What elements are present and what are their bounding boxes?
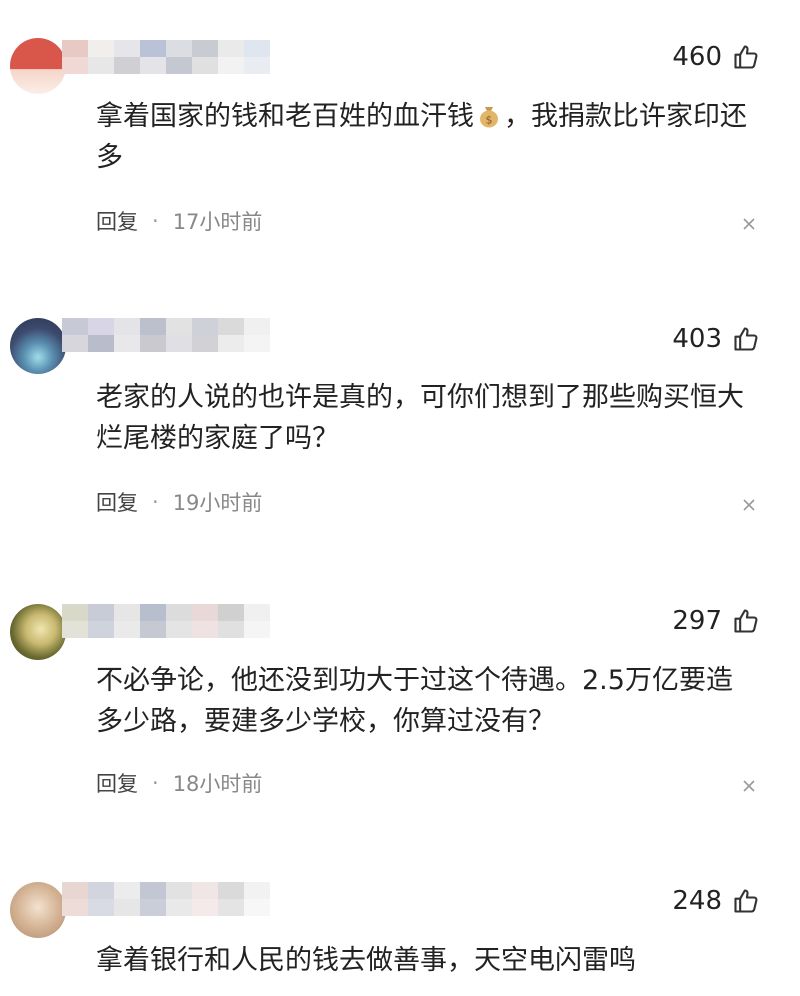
like-group[interactable]: 460 <box>672 42 760 72</box>
like-group[interactable]: 297 <box>672 606 760 636</box>
money-bag-icon: $ <box>478 99 500 128</box>
username-blurred[interactable] <box>62 318 272 352</box>
thumbs-up-icon[interactable] <box>732 607 760 635</box>
comment-text-part: 拿着银行和人民的钱去做善事，天空电闪雷鸣 <box>96 945 636 976</box>
like-count: 297 <box>672 606 722 636</box>
comment-text: 老家的人说的也许是真的，可你们想到了那些购买恒大烂尾楼的家庭了吗？ <box>96 377 756 459</box>
timestamp: 18小时前 <box>172 772 263 796</box>
comment-meta: 回复 · 18小时前 <box>96 768 262 798</box>
username-blurred[interactable] <box>62 882 272 916</box>
separator: · <box>152 490 159 514</box>
comment-text-part: 老家的人说的也许是真的，可你们想到了那些购买恒大烂尾楼的家庭了吗？ <box>96 382 744 454</box>
reply-button[interactable]: 回复 <box>96 487 138 517</box>
separator: · <box>152 771 159 795</box>
svg-text:$: $ <box>486 114 493 127</box>
timestamp: 17小时前 <box>172 210 263 234</box>
comment-text: 拿着银行和人民的钱去做善事，天空电闪雷鸣 <box>96 940 756 981</box>
avatar[interactable] <box>10 882 66 938</box>
comment-text: 拿着国家的钱和老百姓的血汗钱 $ ，我捐款比许家印还多 <box>96 96 756 178</box>
comment-meta: 回复 · 19小时前 <box>96 487 262 517</box>
avatar[interactable] <box>10 318 66 374</box>
comment-meta: 回复 · 17小时前 <box>96 206 262 236</box>
like-count: 460 <box>672 42 722 72</box>
reply-button[interactable]: 回复 <box>96 768 138 798</box>
username-blurred[interactable] <box>62 604 272 638</box>
username-blurred[interactable] <box>62 40 272 74</box>
thumbs-up-icon[interactable] <box>732 43 760 71</box>
close-icon[interactable] <box>742 497 756 511</box>
timestamp: 19小时前 <box>172 491 263 515</box>
reply-button[interactable]: 回复 <box>96 206 138 236</box>
close-icon[interactable] <box>742 216 756 230</box>
like-count: 248 <box>672 886 722 916</box>
close-icon[interactable] <box>742 778 756 792</box>
like-count: 403 <box>672 324 722 354</box>
comment-text-part: 拿着国家的钱和老百姓的血汗钱 <box>96 101 474 132</box>
thumbs-up-icon[interactable] <box>732 325 760 353</box>
thumbs-up-icon[interactable] <box>732 887 760 915</box>
like-group[interactable]: 403 <box>672 324 760 354</box>
like-group[interactable]: 248 <box>672 886 760 916</box>
comment-text-part: 不必争论，他还没到功大于过这个待遇。2.5万亿要造多少路，要建多少学校，你算过没… <box>96 665 733 737</box>
separator: · <box>152 209 159 233</box>
avatar[interactable] <box>10 38 66 94</box>
avatar[interactable] <box>10 604 66 660</box>
comment-text: 不必争论，他还没到功大于过这个待遇。2.5万亿要造多少路，要建多少学校，你算过没… <box>96 660 756 742</box>
